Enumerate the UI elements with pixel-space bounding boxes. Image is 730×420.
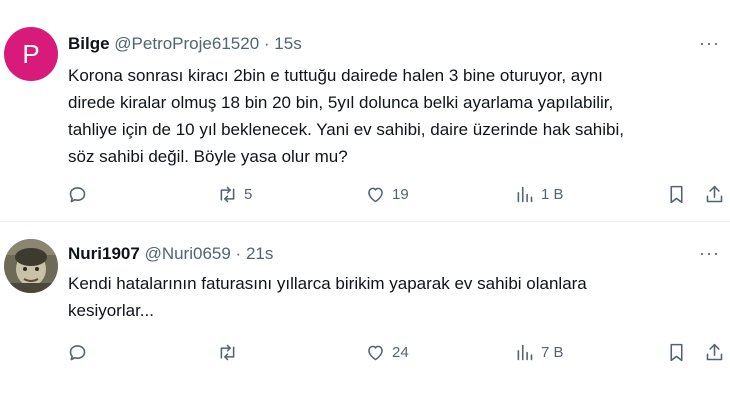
avatar-photo-icon (4, 239, 58, 293)
tweet-header: Bilge @PetroProje61520 · 15s (68, 33, 302, 55)
tweet-text-line: Korona sonrası kiracı 2bin e tuttuğu dai… (68, 66, 603, 85)
retweet-icon (220, 344, 235, 360)
bookmark-icon (670, 343, 683, 361)
like-button[interactable]: 19 (365, 180, 409, 208)
views-count: 1 B (541, 185, 564, 203)
timestamp[interactable]: 15s (274, 34, 301, 53)
share-button[interactable] (704, 180, 725, 208)
display-name[interactable]: Nuri1907 (68, 244, 140, 263)
avatar[interactable] (4, 239, 58, 293)
share-icon (706, 185, 723, 202)
timestamp[interactable]: 21s (246, 244, 273, 263)
tweet-text-line: direde kiralar olmuş 18 bin 20 bin, 5yıl… (68, 93, 614, 112)
views-count: 7 B (541, 343, 564, 361)
tweet-text-line: kesiyorlar... (68, 301, 154, 320)
tweet-text: Kendi hatalarının faturasını yıllarca bi… (68, 270, 718, 324)
separator-dot: · (263, 34, 270, 53)
bookmark-button[interactable] (666, 338, 687, 366)
more-options-icon[interactable]: ··· (699, 244, 720, 262)
display-name[interactable]: Bilge (68, 34, 110, 53)
tweet-header: Nuri1907 @Nuri0659 · 21s (68, 243, 273, 265)
heart-icon (368, 345, 383, 360)
retweet-button[interactable]: 5 (217, 180, 252, 208)
reply-icon (69, 344, 86, 360)
reply-button[interactable] (67, 338, 94, 366)
tweet-text-line: söz sahibi değil. Böyle yasa olur mu? (68, 147, 348, 166)
retweet-button[interactable] (217, 338, 244, 366)
share-button[interactable] (704, 338, 725, 366)
tweet-text-line: tahliye için de 10 yıl beklenecek. Yani … (68, 120, 624, 139)
reply-button[interactable] (67, 180, 94, 208)
tweet-text: Korona sonrası kiracı 2bin e tuttuğu dai… (68, 62, 718, 170)
tweet[interactable]: P Bilge @PetroProje61520 · 15s ··· Koron… (0, 0, 730, 222)
like-button[interactable]: 24 (365, 338, 409, 366)
more-options-icon[interactable]: ··· (699, 34, 720, 52)
reply-icon (69, 186, 86, 202)
user-handle[interactable]: @PetroProje61520 (114, 34, 259, 53)
action-bar: 5 19 1 B (0, 180, 730, 208)
views-icon (517, 186, 533, 202)
bookmark-icon (670, 185, 683, 203)
like-count: 19 (392, 185, 409, 203)
retweet-icon (220, 186, 235, 202)
views-icon (517, 344, 533, 360)
bookmark-button[interactable] (666, 180, 687, 208)
tweet[interactable]: Nuri1907 @Nuri0659 · 21s ··· Kendi hatal… (0, 222, 730, 420)
like-count: 24 (392, 343, 409, 361)
share-icon (706, 343, 723, 360)
heart-icon (368, 187, 383, 202)
views-button[interactable]: 7 B (514, 338, 564, 366)
views-button[interactable]: 1 B (514, 180, 564, 208)
retweet-count: 5 (244, 185, 253, 203)
tweet-text-line: Kendi hatalarının faturasını yıllarca bi… (68, 274, 587, 293)
separator-dot: · (235, 244, 242, 263)
avatar[interactable]: P (4, 27, 58, 81)
action-bar: 24 7 B (0, 338, 730, 366)
user-handle[interactable]: @Nuri0659 (145, 244, 231, 263)
